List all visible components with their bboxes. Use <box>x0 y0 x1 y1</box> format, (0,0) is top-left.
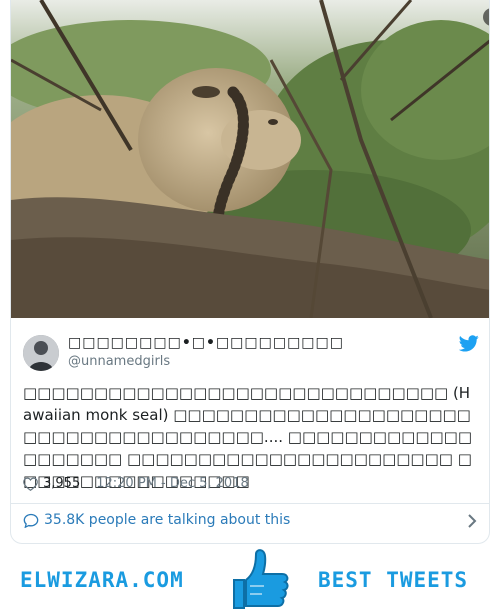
tweet-timestamp[interactable]: 12:20 PM - Dec 5, 2018 <box>96 476 249 491</box>
twitter-bird-icon[interactable] <box>459 335 479 352</box>
banner-tagline: BEST TWEETS <box>318 568 469 592</box>
like-count[interactable]: 3,955 <box>43 476 80 491</box>
tweet-meta: 3,955 12:20 PM - Dec 5, 2018 <box>23 476 249 491</box>
conversation-label: 35.8K people are talking about this <box>44 512 291 528</box>
seal-photo-illustration <box>11 0 489 318</box>
heart-icon[interactable] <box>23 476 38 491</box>
conversation-link[interactable]: 35.8K people are talking about this <box>23 512 290 528</box>
divider <box>11 503 489 504</box>
author-handle[interactable]: @unnamedgirls <box>68 354 170 369</box>
tweet-photo[interactable] <box>11 0 489 318</box>
avatar-image <box>23 335 59 371</box>
banner-site-name: ELWIZARA.COM <box>20 568 184 592</box>
thumbs-up-icon <box>233 549 289 609</box>
tweet-card: □□□□□□□□•□•□□□□□□□□□ @unnamedgirls □□□□□… <box>10 0 490 544</box>
footer-banner: ELWIZARA.COM BEST TWEETS <box>0 546 500 616</box>
author-display-name[interactable]: □□□□□□□□•□•□□□□□□□□□ <box>68 335 344 351</box>
avatar[interactable] <box>23 335 59 371</box>
chevron-right-icon[interactable] <box>467 514 477 528</box>
speech-bubble-icon <box>23 513 39 528</box>
